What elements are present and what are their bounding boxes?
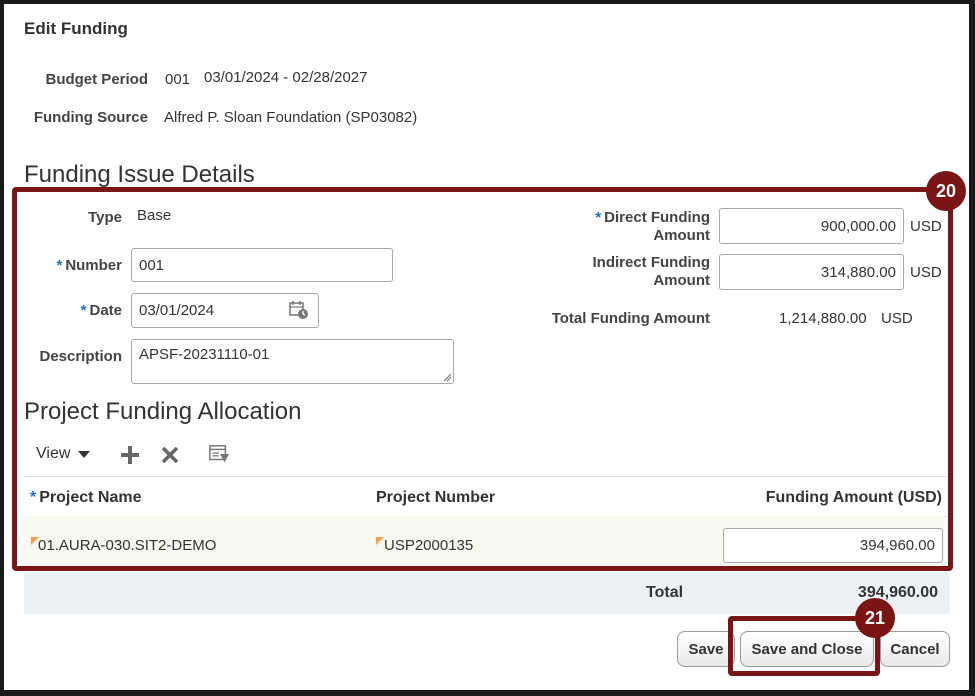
budget-period-range: 03/01/2024 - 02/28/2027: [204, 69, 368, 86]
annotation-badge-20: 20: [926, 171, 966, 211]
cancel-button[interactable]: Cancel: [880, 631, 950, 667]
page-title: Edit Funding: [24, 19, 128, 38]
budget-period-label: Budget Period: [45, 71, 148, 88]
table-total-label: Total: [646, 584, 684, 601]
funding-source-label: Funding Source: [33, 109, 148, 126]
table-total-value: 394,960.00: [857, 584, 938, 601]
save-button[interactable]: Save: [677, 631, 735, 667]
funding-source-value: Alfred P. Sloan Foundation (SP03082): [164, 109, 418, 126]
budget-period-number: 001: [165, 71, 191, 88]
annotation-box-20: [12, 187, 953, 571]
annotation-badge-21: 21: [855, 598, 895, 638]
funding-issue-heading: Funding Issue Details: [24, 161, 255, 188]
